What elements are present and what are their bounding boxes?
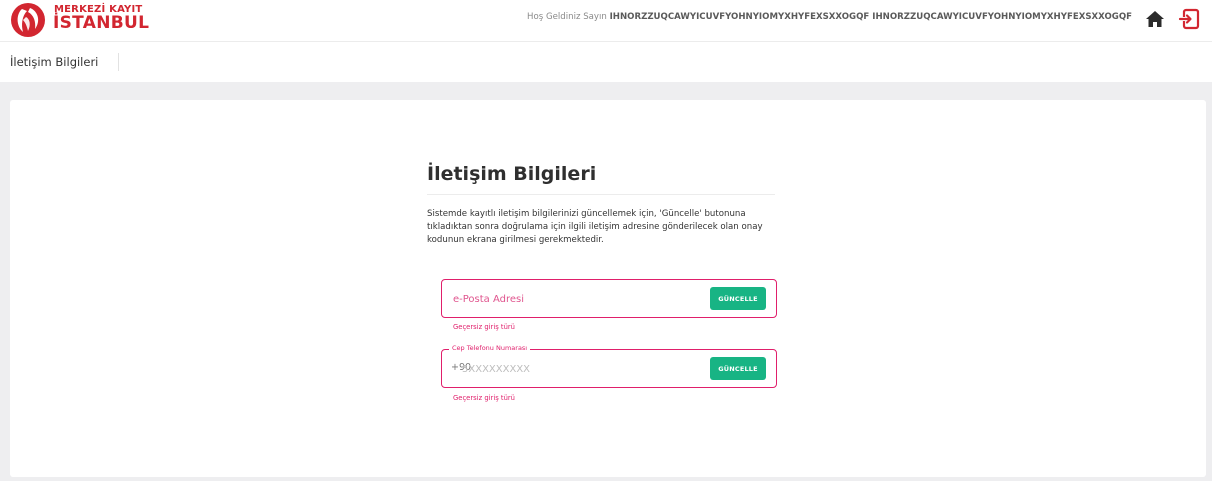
home-icon[interactable] (1145, 10, 1165, 28)
phone-field-label: Cep Telefonu Numarası (449, 344, 531, 352)
phone-input[interactable] (462, 361, 702, 377)
email-input[interactable] (453, 291, 693, 307)
logout-icon[interactable] (1178, 8, 1200, 30)
logo-text-main: İSTANBUL (53, 13, 150, 33)
user-name: IHNORZZUQCAWYICUVFYOHNYIOMYXHYFEXSXXOGQF… (609, 12, 1132, 22)
email-error-message: Geçersiz giriş türü (453, 323, 515, 331)
breadcrumb-current: İletişim Bilgileri (10, 55, 99, 69)
email-field-group: GÜNCELLE (441, 279, 777, 318)
breadcrumb: İletişim Bilgileri (0, 43, 1212, 82)
logo-emblem-icon (11, 3, 45, 37)
welcome-message: Hoş Geldiniz Sayın IHNORZZUQCAWYICUVFYOH… (527, 12, 1132, 22)
phone-field-group: Cep Telefonu Numarası +90 GÜNCELLE (441, 344, 777, 388)
form-description: Sistemde kayıtlı iletişim bilgilerinizi … (427, 209, 763, 245)
site-logo[interactable]: MERKEZİ KAYIT İSTANBUL (10, 2, 149, 37)
title-divider (427, 194, 775, 195)
top-header: MERKEZİ KAYIT İSTANBUL Hoş Geldiniz Sayı… (0, 0, 1212, 42)
update-phone-button[interactable]: GÜNCELLE (710, 357, 766, 380)
phone-error-message: Geçersiz giriş türü (453, 394, 515, 402)
welcome-prefix: Hoş Geldiniz Sayın (527, 12, 607, 22)
page-title: İletişim Bilgileri (427, 163, 597, 185)
update-email-button[interactable]: GÜNCELLE (710, 287, 766, 310)
breadcrumb-divider (118, 53, 119, 71)
